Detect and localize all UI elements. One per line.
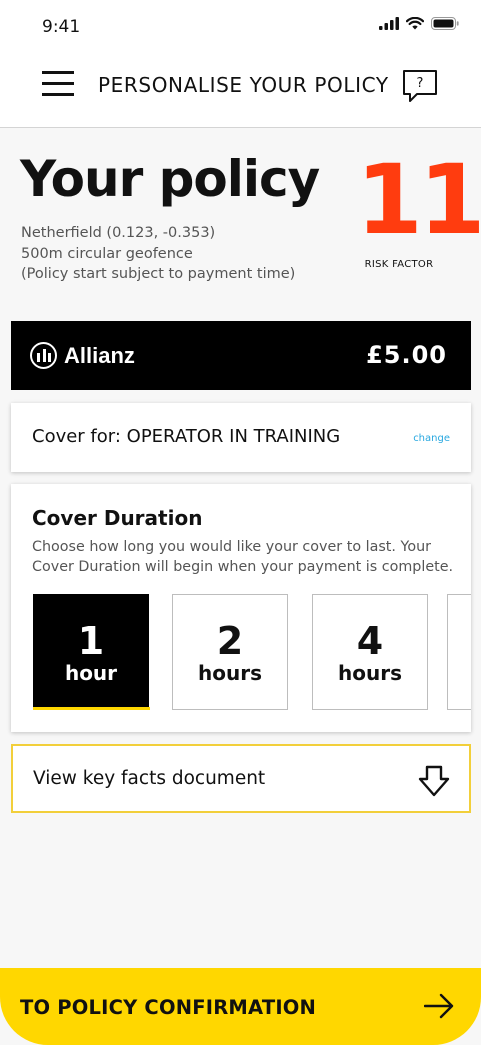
cover-for-card: Cover for: OPERATOR IN TRAINING change [11,403,471,472]
page-title: PERSONALISE YOUR POLICY [98,73,389,97]
risk-factor-value: 11 [356,144,481,256]
cover-duration-card: Cover Duration Choose how long you would… [11,484,471,732]
duration-option-number: 2 [216,619,244,663]
arrow-right-icon [424,993,454,1019]
insurer-quote: Allianz £5.00 [11,321,471,390]
battery-icon [431,17,459,30]
status-icons [379,17,459,30]
help-chat-icon: ? [403,70,437,102]
download-icon [418,765,450,797]
cover-duration-description: Choose how long you would like your cove… [32,539,454,575]
duration-option-4-hours[interactable]: 4 hours [312,594,428,710]
key-facts-label: View key facts document [33,768,266,789]
duration-options: 1 hour 2 hours 4 hours [33,594,471,710]
signal-icon [379,17,399,30]
status-bar: 9:41 [0,0,481,54]
cover-for-text: Cover for: OPERATOR IN TRAINING [32,426,341,447]
duration-option-partial[interactable] [447,594,471,710]
policy-note: (Policy start subject to payment time) [21,266,296,282]
change-cover-link[interactable]: change [413,433,450,444]
duration-option-unit: hours [198,661,262,685]
key-facts-button[interactable]: View key facts document [11,744,471,813]
menu-icon [42,71,74,74]
duration-option-1-hour[interactable]: 1 hour [33,594,150,710]
menu-button[interactable] [42,69,74,97]
insurer-logo: Allianz [30,342,135,369]
duration-option-number: 1 [77,619,105,663]
policy-confirmation-label: TO POLICY CONFIRMATION [20,996,317,1019]
policy-confirmation-button[interactable]: TO POLICY CONFIRMATION [0,968,481,1045]
policy-details: Netherfield (0.123, -0.353) 500m circula… [21,223,295,285]
policy-geofence: 500m circular geofence [21,245,193,262]
duration-option-2-hours[interactable]: 2 hours [172,594,288,710]
status-time: 9:41 [42,17,81,37]
svg-text:?: ? [417,76,424,91]
duration-option-unit: hour [64,661,118,685]
duration-option-unit: hours [338,661,402,685]
duration-option-number: 4 [356,619,384,663]
insurer-price: £5.00 [366,341,447,369]
wifi-icon [406,17,424,30]
policy-title: Your policy [20,150,320,208]
cover-duration-title: Cover Duration [32,506,203,530]
app-header: PERSONALISE YOUR POLICY ? [0,54,481,128]
allianz-logo-icon [30,342,57,369]
insurer-name: Allianz [64,342,135,368]
help-button[interactable]: ? [402,69,438,103]
risk-factor-label: RISK FACTOR [364,259,434,270]
policy-location: Netherfield (0.123, -0.353) [21,225,216,241]
